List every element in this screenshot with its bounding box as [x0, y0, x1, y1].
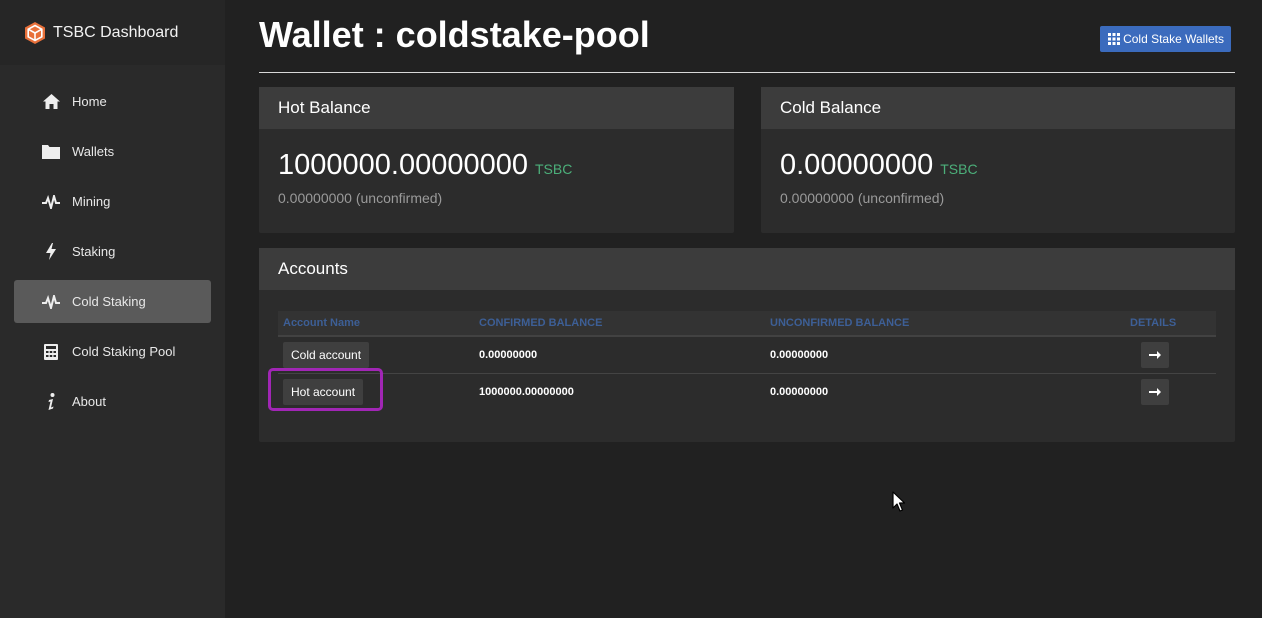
table-row: Hot account 1000000.00000000 0.00000000 [278, 373, 1216, 410]
hot-balance-unconfirmed: 0.00000000 (unconfirmed) [278, 190, 443, 206]
brand-title: TSBC Dashboard [53, 23, 179, 41]
app-window: TSBC Dashboard Home Wallets Mining Staki… [0, 0, 1262, 618]
sidebar-item-staking[interactable]: Staking [14, 230, 211, 273]
sidebar-item-mining[interactable]: Mining [14, 180, 211, 223]
hot-balance-card: Hot Balance 1000000.00000000 TSBC 0.0000… [259, 87, 734, 233]
title-divider [259, 72, 1235, 73]
confirmed-balance-cell: 0.00000000 [479, 336, 770, 374]
cold-balance-unit: TSBC [940, 161, 978, 177]
sidebar-item-home[interactable]: Home [14, 80, 211, 123]
pulse-icon [42, 193, 60, 211]
sidebar-item-label: Cold Staking [72, 294, 146, 309]
cold-balance-title: Cold Balance [761, 87, 1235, 129]
accounts-table: Account Name CONFIRMED BALANCE UNCONFIRM… [278, 311, 1216, 410]
account-name-cell: Cold account [278, 336, 479, 374]
details-button[interactable] [1141, 378, 1169, 405]
cold-balance-unconfirmed: 0.00000000 (unconfirmed) [780, 190, 945, 206]
unconfirmed-balance-cell: 0.00000000 [770, 336, 1130, 374]
bolt-icon [42, 243, 60, 261]
hot-balance-value: 1000000.00000000 [278, 149, 528, 181]
column-header-confirmed[interactable]: CONFIRMED BALANCE [479, 311, 770, 337]
cold-balance-card: Cold Balance 0.00000000 TSBC 0.00000000 … [761, 87, 1235, 233]
accounts-card: Accounts Account Name CONFIRMED BALANCE … [259, 248, 1235, 442]
account-name-cell: Hot account [278, 373, 479, 410]
tsbc-logo-icon [25, 21, 45, 44]
accounts-title: Accounts [259, 248, 1235, 290]
cold-account-button[interactable]: Cold account [283, 341, 370, 368]
details-button[interactable] [1141, 341, 1169, 368]
page-title: Wallet : coldstake-pool [259, 14, 650, 55]
grid-icon [1108, 33, 1121, 45]
sidebar-item-label: Cold Staking Pool [72, 344, 176, 359]
column-header-unconfirmed[interactable]: UNCONFIRMED BALANCE [770, 311, 1130, 337]
table-row: Cold account 0.00000000 0.00000000 [278, 336, 1216, 374]
cold-balance-value: 0.00000000 [780, 149, 934, 181]
sidebar-nav: Home Wallets Mining Staking Cold Staking… [0, 65, 225, 423]
sidebar-item-label: Home [72, 94, 107, 109]
sidebar-item-label: Staking [72, 244, 116, 259]
pulse-icon [42, 293, 60, 311]
cold-stake-wallets-button[interactable]: Cold Stake Wallets [1100, 26, 1231, 52]
sidebar-item-cold-staking-pool[interactable]: Cold Staking Pool [14, 330, 211, 373]
column-header-details[interactable]: DETAILS [1130, 311, 1216, 337]
arrow-right-icon [1149, 387, 1161, 396]
home-icon [42, 93, 60, 111]
table-header-row: Account Name CONFIRMED BALANCE UNCONFIRM… [278, 311, 1216, 337]
calculator-icon [42, 343, 60, 361]
unconfirmed-balance-cell: 0.00000000 [770, 385, 829, 398]
column-header-account-name[interactable]: Account Name [278, 311, 479, 337]
sidebar-item-about[interactable]: About [14, 380, 211, 423]
sidebar-item-label: Wallets [72, 144, 115, 159]
sidebar-item-label: About [72, 394, 106, 409]
hot-account-button[interactable]: Hot account [283, 378, 364, 405]
hot-balance-title: Hot Balance [259, 87, 734, 129]
sidebar: TSBC Dashboard Home Wallets Mining Staki… [0, 0, 225, 618]
details-cell [1130, 336, 1216, 374]
cold-stake-wallets-label: Cold Stake Wallets [1123, 32, 1224, 46]
hot-balance-line: 1000000.00000000 TSBC [278, 149, 572, 182]
sidebar-item-cold-staking[interactable]: Cold Staking [14, 280, 211, 323]
arrow-right-icon [1149, 350, 1161, 359]
sidebar-item-wallets[interactable]: Wallets [14, 130, 211, 173]
folder-icon [42, 143, 60, 161]
hot-balance-unit: TSBC [534, 161, 573, 177]
confirmed-balance-cell: 1000000.00000000 [479, 385, 574, 398]
details-cell [1130, 373, 1216, 410]
info-icon [42, 393, 60, 411]
cold-balance-line: 0.00000000 TSBC [780, 149, 978, 182]
mouse-cursor-icon [892, 491, 905, 512]
brand[interactable]: TSBC Dashboard [0, 0, 225, 65]
sidebar-item-label: Mining [72, 194, 111, 209]
